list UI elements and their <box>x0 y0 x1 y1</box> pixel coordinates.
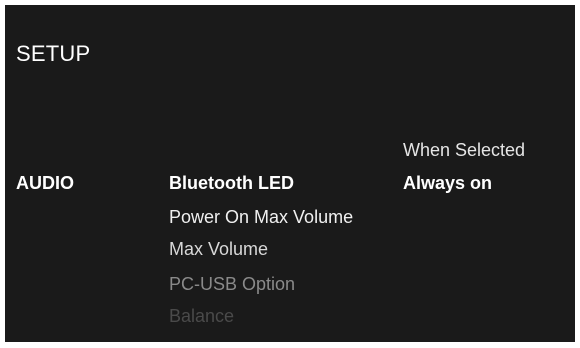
menu-item-power-on-max-volume[interactable]: Power On Max Volume <box>169 206 353 228</box>
value-header: When Selected <box>403 140 526 160</box>
category-audio[interactable]: AUDIO <box>16 172 74 194</box>
menu-item-pc-usb-option[interactable]: PC-USB Option <box>169 273 295 295</box>
menu-item-max-volume[interactable]: Max Volume <box>169 238 268 260</box>
setting-value[interactable]: Always on <box>403 172 492 194</box>
menu-item-balance[interactable]: Balance <box>169 305 234 327</box>
setup-screen: SETUP AUDIO Bluetooth LED Power On Max V… <box>5 5 575 342</box>
menu-item-bluetooth-led[interactable]: Bluetooth LED <box>169 172 294 194</box>
page-title: SETUP <box>16 41 91 66</box>
